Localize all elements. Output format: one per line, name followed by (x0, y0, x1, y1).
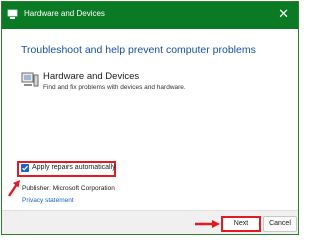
apply-repairs-highlight: Apply repairs automatically (17, 161, 116, 177)
troubleshooter-title: Hardware and Devices (43, 71, 140, 82)
page-heading: Troubleshoot and help prevent computer p… (21, 44, 256, 56)
hardware-icon (7, 9, 18, 19)
title-bar: Hardware and Devices ✕ (2, 2, 298, 29)
privacy-statement-link[interactable]: Privacy statement (22, 197, 74, 204)
hardware-icon (21, 72, 39, 87)
troubleshooter-window: Hardware and Devices ✕ Troubleshoot and … (1, 1, 299, 235)
window-title: Hardware and Devices (24, 9, 105, 18)
publisher-text: Publisher: Microsoft Corporation (22, 185, 115, 192)
apply-repairs-label[interactable]: Apply repairs automatically (32, 164, 116, 171)
dialog-footer: Next Cancel (2, 210, 298, 234)
checkmark-icon (22, 165, 28, 171)
troubleshooter-description: Find and fix problems with devices and h… (43, 84, 186, 91)
annotation-arrow-icon (195, 220, 220, 228)
apply-repairs-checkbox[interactable] (21, 164, 29, 172)
cancel-button[interactable]: Cancel (263, 216, 297, 232)
close-icon[interactable]: ✕ (278, 7, 289, 20)
next-button[interactable]: Next (221, 216, 261, 232)
